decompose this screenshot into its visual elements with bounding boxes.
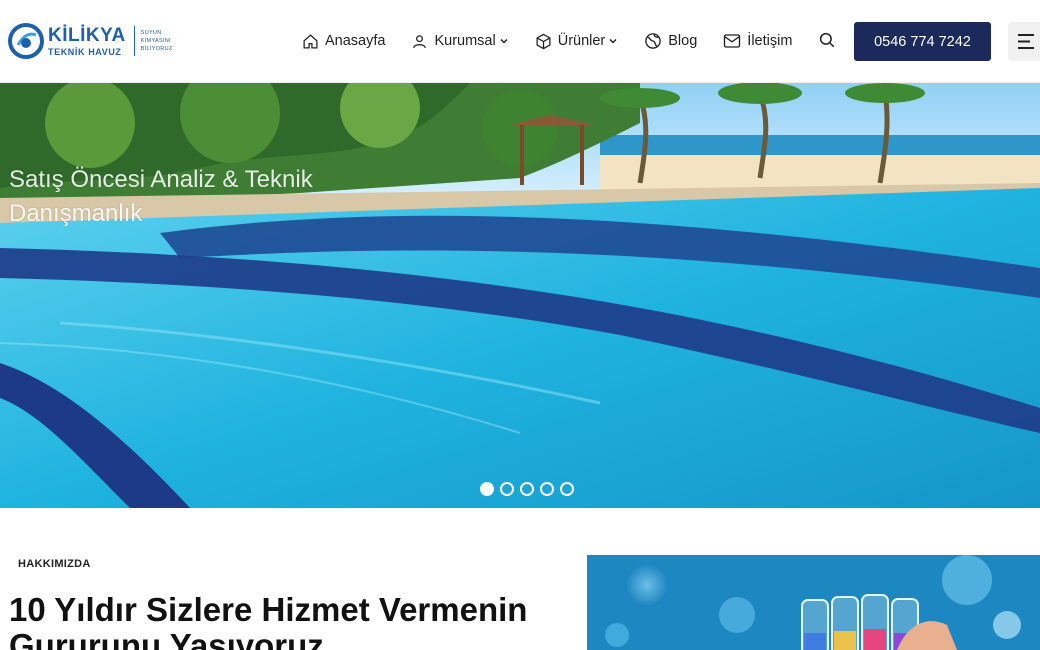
nav-item-blog[interactable]: Blog [644, 32, 697, 50]
mail-icon [724, 34, 741, 48]
nav-label: Anasayfa [325, 33, 386, 49]
nav-item-urunler[interactable]: Ürünler [535, 33, 619, 50]
chevron-down-icon [609, 38, 617, 44]
nav-label: Ürünler [557, 33, 606, 49]
slider-dot-3[interactable] [520, 482, 534, 496]
logo-subtitle: TEKNİK HAVUZ [48, 46, 122, 57]
slider-dot-2[interactable] [500, 482, 514, 496]
slider-dots [480, 482, 580, 496]
box-icon [536, 33, 551, 49]
slider-dot-4[interactable] [540, 482, 554, 496]
nav-label: İletişim [747, 33, 793, 49]
menu-button[interactable] [1008, 22, 1040, 61]
nav-label: Kurumsal [434, 33, 496, 49]
home-icon [303, 33, 318, 49]
nav-item-kurumsal[interactable]: Kurumsal [411, 33, 508, 50]
main-nav: Anasayfa Kurumsal Ürünler Blog İletişim [302, 28, 818, 54]
logo[interactable]: KİLİKYA TEKNİK HAVUZ SUYUN KİMYASINI BİL… [8, 22, 173, 60]
nav-item-iletisim[interactable]: İletişim [723, 33, 792, 49]
menu-icon [1018, 34, 1034, 49]
section-title: 10 Yıldır Sizlere Hizmet Vermenin Gururu… [9, 591, 528, 650]
nav-label: Blog [668, 33, 698, 49]
logo-drop-icon [8, 23, 44, 59]
hero-slider: Satış Öncesi Analiz & Teknik Danışmanlık [0, 83, 1040, 508]
logo-tagline: SUYUN KİMYASINI BİLİYORUZ [140, 30, 173, 52]
section-label: HAKKIMIZDA [18, 558, 91, 570]
nav-item-anasayfa[interactable]: Anasayfa [302, 33, 385, 50]
user-icon [413, 34, 427, 48]
phone-button[interactable]: 0546 774 7242 [854, 22, 991, 61]
hero-caption: Satış Öncesi Analiz & Teknik Danışmanlık [9, 166, 313, 227]
slider-dot-5[interactable] [560, 482, 574, 496]
about-image [587, 555, 1040, 650]
globe-icon [645, 33, 662, 49]
search-icon [819, 32, 835, 48]
chevron-down-icon [500, 38, 508, 44]
site-header: KİLİKYA TEKNİK HAVUZ SUYUN KİMYASINI BİL… [0, 0, 1040, 83]
search-button[interactable] [818, 31, 838, 51]
logo-brand: KİLİKYA [48, 24, 126, 46]
logo-divider [133, 26, 135, 56]
slider-dot-1[interactable] [480, 482, 494, 496]
hero-pool-image [0, 83, 1040, 508]
